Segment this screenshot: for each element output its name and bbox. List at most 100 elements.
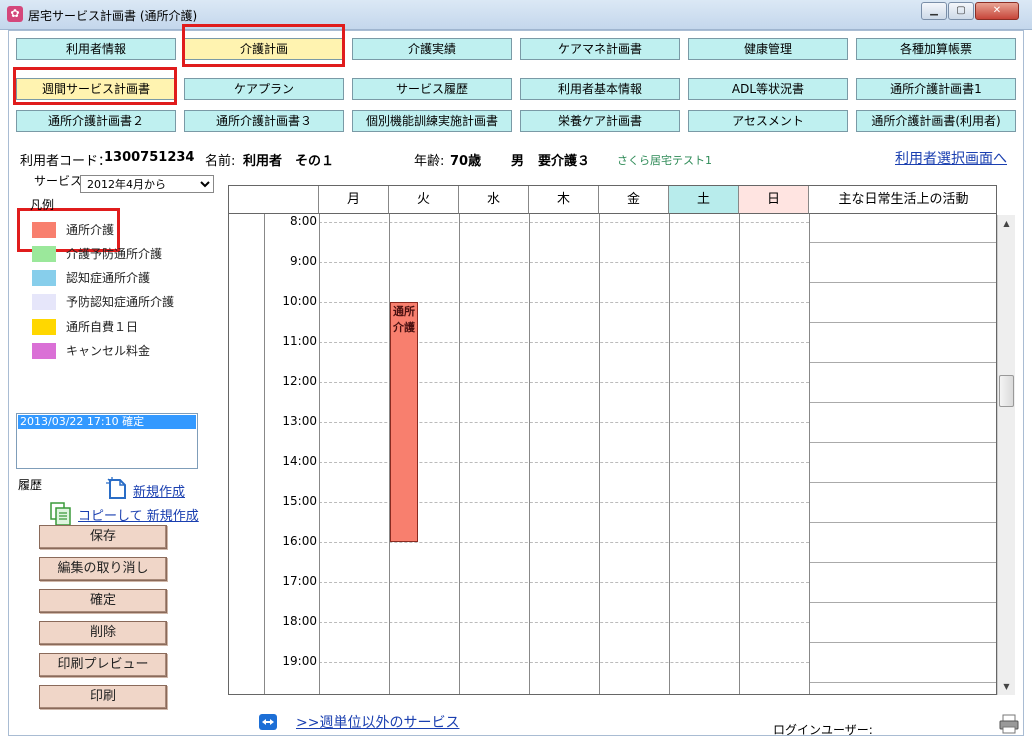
service-period-select[interactable]: 2012年4月から (80, 175, 214, 193)
nav-basic-info-button[interactable]: 利用者基本情報 (520, 78, 680, 100)
nav-daycare-plan1-button[interactable]: 通所介護計画書1 (856, 78, 1016, 100)
save-button[interactable]: 保存 (39, 525, 167, 549)
legend-label: 予防認知症通所介護 (66, 295, 175, 309)
legend-swatch (32, 270, 56, 286)
scroll-down-icon[interactable]: ▼ (998, 678, 1015, 695)
nav-additions-button[interactable]: 各種加算帳票 (856, 38, 1016, 60)
scroll-thumb[interactable] (999, 375, 1014, 407)
new-create-link[interactable]: 新規作成 (133, 481, 185, 500)
activity-row-line (809, 562, 996, 563)
legend-label: 介護予防通所介護 (66, 247, 163, 261)
user-age: 70歳 (450, 154, 482, 169)
nav-daycare-plan-user-button[interactable]: 通所介護計画書(利用者) (856, 110, 1016, 132)
grid-divider (319, 214, 320, 694)
day-header-mon: 月 (319, 186, 389, 214)
window-title: 居宅サービス計画書 (通所介護) (28, 9, 198, 23)
close-button[interactable]: ✕ (975, 2, 1019, 20)
copy-document-icon[interactable] (50, 502, 72, 526)
activity-row-line (809, 322, 996, 323)
hour-line (319, 662, 809, 663)
minimize-button[interactable]: ▁ (921, 2, 947, 20)
confirm-button[interactable]: 確定 (39, 589, 167, 613)
nav-weekly-plan-button[interactable]: 週間サービス計画書 (16, 78, 176, 100)
time-label: 18:00 (282, 614, 317, 628)
app-icon: ✿ (7, 6, 23, 22)
user-gender: 男 (511, 154, 525, 169)
legend-swatch (32, 343, 56, 359)
activities-header: 主な日常生活上の活動 (809, 186, 996, 214)
nav-care-plan-button[interactable]: 介護計画 (184, 38, 344, 60)
grid-divider (739, 214, 740, 694)
other-services-link[interactable]: >>週単位以外のサービス (296, 712, 459, 732)
maximize-button[interactable]: ▢ (948, 2, 974, 20)
history-entry[interactable]: 2013/03/22 17:10 確定 (18, 415, 196, 429)
legend-label: キャンセル料金 (66, 344, 151, 358)
nav-assessment-button[interactable]: アセスメント (688, 110, 848, 132)
care-level: 要介護３ (538, 154, 591, 169)
facility-name: さくら居宅テスト1 (617, 154, 712, 167)
delete-button[interactable]: 削除 (39, 621, 167, 645)
legend-title: 凡例 (30, 198, 55, 212)
activity-row-line (809, 442, 996, 443)
day-header-tue: 火 (389, 186, 459, 214)
hour-line (319, 622, 809, 623)
service-label: サービス (34, 174, 83, 188)
hour-line (319, 222, 809, 223)
user-name-label: 名前: (205, 154, 236, 169)
new-document-icon[interactable] (105, 477, 129, 501)
hour-line (319, 542, 809, 543)
teamviewer-icon[interactable] (258, 713, 278, 731)
grid-divider (669, 214, 670, 694)
title-bar: ✿ 居宅サービス計画書 (通所介護) ▁ ▢ ✕ (0, 0, 1032, 30)
user-select-link[interactable]: 利用者選択画面へ (895, 148, 1007, 168)
activity-row-line (809, 682, 996, 683)
grid-divider (459, 214, 460, 694)
nav-nutrition-plan-button[interactable]: 栄養ケア計画書 (520, 110, 680, 132)
time-label: 11:00 (282, 334, 317, 348)
weekly-schedule-grid[interactable]: 月 火 水 木 金 土 日 主な日常生活上の活動 8:00 9:00 10:00 11… (228, 185, 997, 695)
print-preview-button[interactable]: 印刷プレビュー (39, 653, 167, 677)
age-label: 年齢: (414, 154, 445, 169)
activity-row-line (809, 642, 996, 643)
schedule-scrollbar[interactable]: ▲ ▼ (997, 215, 1015, 695)
printer-icon[interactable] (998, 713, 1020, 735)
day-header-thu: 木 (529, 186, 599, 214)
time-label: 19:00 (282, 654, 317, 668)
user-code-label: 利用者コード： (20, 154, 112, 169)
event-daycare-tue[interactable]: 通所介護 (390, 302, 418, 542)
nav-user-info-button[interactable]: 利用者情報 (16, 38, 176, 60)
nav-function-training-button[interactable]: 個別機能訓練実施計画書 (352, 110, 512, 132)
copy-create-link[interactable]: コピーして 新規作成 (78, 505, 199, 524)
undo-edit-button[interactable]: 編集の取り消し (39, 557, 167, 581)
nav-daycare-plan2-button[interactable]: 通所介護計画書２ (16, 110, 176, 132)
nav-adl-button[interactable]: ADL等状況書 (688, 78, 848, 100)
grid-divider (599, 214, 600, 694)
login-user-label: ログインユーザー: (773, 723, 873, 737)
day-header-sun: 日 (739, 186, 809, 214)
nav-care-results-button[interactable]: 介護実績 (352, 38, 512, 60)
print-button[interactable]: 印刷 (39, 685, 167, 709)
user-name: 利用者 その１ (243, 154, 335, 169)
nav-daycare-plan3-button[interactable]: 通所介護計画書３ (184, 110, 344, 132)
nav-caremanager-plan-button[interactable]: ケアマネ計画書 (520, 38, 680, 60)
history-list[interactable]: 2013/03/22 17:10 確定 (16, 413, 198, 469)
time-label: 14:00 (282, 454, 317, 468)
legend-label: 通所介護 (66, 223, 115, 237)
nav-service-history-button[interactable]: サービス履歴 (352, 78, 512, 100)
day-header-sat: 土 (669, 186, 739, 214)
time-label: 16:00 (282, 534, 317, 548)
hour-line (319, 262, 809, 263)
scroll-up-icon[interactable]: ▲ (998, 215, 1015, 232)
activity-row-line (809, 282, 996, 283)
legend-swatch (32, 222, 56, 238)
nav-careplan-button[interactable]: ケアプラン (184, 78, 344, 100)
nav-health-button[interactable]: 健康管理 (688, 38, 848, 60)
time-label: 8:00 (290, 214, 317, 228)
history-label: 履歴 (18, 478, 43, 492)
activity-row-line (809, 522, 996, 523)
day-header-fri: 金 (599, 186, 669, 214)
legend-swatch (32, 319, 56, 335)
activity-row-line (809, 362, 996, 363)
hour-line (319, 582, 809, 583)
legend-swatch (32, 246, 56, 262)
